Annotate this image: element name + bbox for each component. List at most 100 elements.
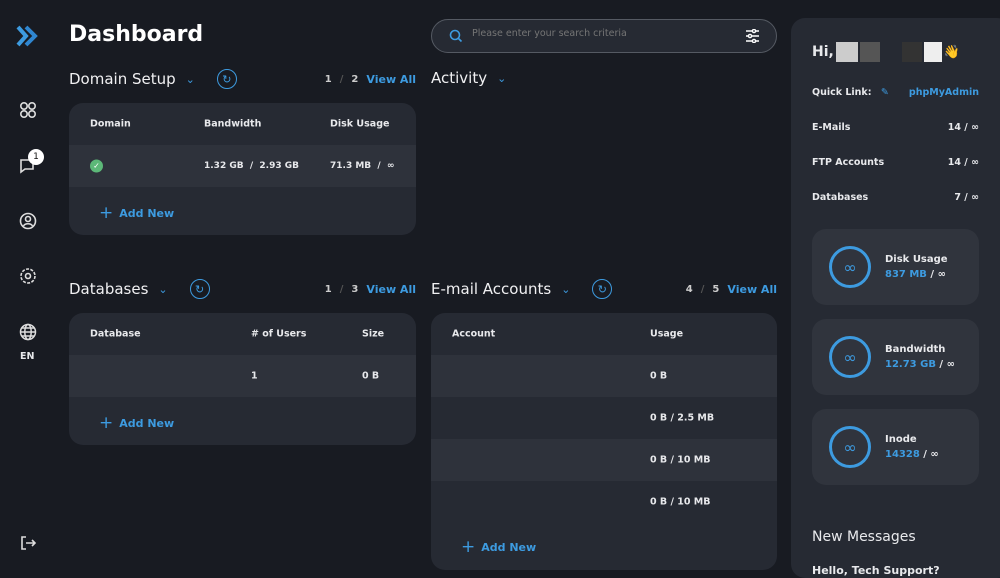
search-input[interactable] [472, 28, 722, 39]
language-label[interactable]: EN [20, 351, 34, 362]
page-current: 1 [324, 284, 332, 295]
language-icon[interactable] [14, 318, 42, 346]
usage-limit: ∞ [937, 269, 946, 280]
view-all-link[interactable]: View All [366, 73, 416, 86]
table-row[interactable]: ✓ 1.32 GB / 2.93 GB 71.3 MB / ∞ [69, 145, 416, 187]
user-icon[interactable] [14, 207, 42, 235]
column-header: Size [362, 328, 385, 340]
messages-icon[interactable]: 1 [14, 149, 44, 179]
usage-value: 0 B [650, 370, 668, 382]
table-row[interactable]: 1 0 B [69, 355, 416, 397]
add-new-label: Add New [119, 416, 175, 430]
section-title: E-mail Accounts [431, 280, 552, 298]
greeting: Hi, 👋 [812, 42, 960, 62]
column-header: Domain [90, 118, 131, 130]
quick-link[interactable]: phpMyAdmin [909, 87, 979, 98]
databases-table: Database # of Users Size 1 0 B + Add New [69, 313, 416, 445]
column-header: Account [452, 328, 496, 340]
edit-icon[interactable]: ✎ [881, 87, 889, 98]
stat-label: E-Mails [812, 122, 851, 133]
pager: 1/3 View All [324, 283, 416, 296]
redacted-username [859, 42, 880, 62]
refresh-icon[interactable]: ↻ [189, 279, 210, 299]
account-panel: Hi, 👋 Quick Link: ✎ phpMyAdmin E-Mails 14… [791, 18, 1000, 578]
email-header: E-mail Accounts ⌄ ↻ [431, 279, 613, 299]
chevron-down-icon[interactable]: ⌄ [497, 72, 506, 85]
logout-icon[interactable] [14, 529, 42, 557]
section-title: Activity [431, 69, 488, 87]
table-header: Database # of Users Size [69, 313, 416, 355]
quick-link-label: Quick Link: [812, 87, 872, 98]
table-row[interactable]: 0 B / 10 MB [431, 439, 777, 481]
pager: 4/5 View All [685, 283, 777, 296]
infinity-ring-icon: ∞ [829, 426, 871, 468]
table-row[interactable]: 0 B / 10 MB [431, 481, 777, 523]
column-header: Disk Usage [330, 118, 390, 130]
message-preview[interactable]: Hello, Tech Support? [812, 564, 940, 577]
apps-icon[interactable] [14, 96, 42, 124]
search-bar[interactable] [431, 19, 777, 53]
quick-link-row: Quick Link: ✎ phpMyAdmin [812, 87, 979, 98]
column-header: # of Users [251, 328, 307, 340]
usage-value: 0 B / 10 MB [650, 454, 711, 466]
usage-label: Bandwidth [885, 344, 946, 355]
add-new-button[interactable]: + Add New [461, 537, 536, 557]
stat-row: E-Mails 14 / ∞ [812, 122, 979, 133]
column-header: Bandwidth [204, 118, 262, 130]
table-row[interactable]: 0 B / 2.5 MB [431, 397, 777, 439]
usage-value: 12.73 GB / ∞ [885, 359, 955, 370]
settings-icon[interactable] [14, 262, 42, 290]
plus-icon: + [99, 203, 114, 223]
wave-emoji: 👋 [943, 44, 961, 60]
filter-icon[interactable] [745, 29, 760, 43]
logo-icon[interactable] [14, 22, 42, 50]
usage-used: 837 MB [885, 269, 927, 280]
usage-value: 0 B / 2.5 MB [650, 412, 715, 424]
greeting-text: Hi, [812, 44, 834, 60]
disk-value: 71.3 MB / ∞ [330, 161, 395, 171]
view-all-link[interactable]: View All [366, 283, 416, 296]
infinity-ring-icon: ∞ [829, 336, 871, 378]
add-new-label: Add New [119, 206, 175, 220]
bandwidth-value: 1.32 GB / 2.93 GB [204, 161, 299, 171]
stat-label: FTP Accounts [812, 157, 885, 168]
stat-value: 7 / ∞ [954, 192, 979, 203]
column-header: Database [90, 328, 141, 340]
domain-setup-header: Domain Setup ⌄ ↻ [69, 69, 237, 89]
size-value: 0 B [362, 370, 380, 382]
section-title: Databases [69, 280, 149, 298]
section-title: Domain Setup [69, 70, 176, 88]
add-new-label: Add New [481, 540, 537, 554]
add-new-button[interactable]: + Add New [99, 203, 174, 223]
view-all-link[interactable]: View All [727, 283, 777, 296]
table-header: Account Usage [431, 313, 777, 355]
usage-value: 837 MB / ∞ [885, 269, 946, 280]
databases-header: Databases ⌄ ↻ [69, 279, 210, 299]
redacted-username [901, 42, 922, 62]
redacted-username [923, 42, 942, 62]
chevron-down-icon[interactable]: ⌄ [186, 73, 195, 86]
stat-row: Databases 7 / ∞ [812, 192, 979, 203]
activity-header: Activity ⌄ [431, 69, 506, 87]
page-total: 3 [351, 284, 359, 295]
users-value: 1 [251, 370, 258, 382]
table-header: Domain Bandwidth Disk Usage [69, 103, 416, 145]
refresh-icon[interactable]: ↻ [592, 279, 613, 299]
usage-value: 0 B / 10 MB [650, 496, 711, 508]
page-total: 2 [351, 74, 359, 85]
plus-icon: + [461, 537, 476, 557]
usage-card: ∞ Disk Usage 837 MB / ∞ [812, 229, 979, 305]
check-icon: ✓ [90, 159, 103, 173]
stat-row: FTP Accounts 14 / ∞ [812, 157, 979, 168]
page-title: Dashboard [69, 22, 204, 47]
stat-label: Databases [812, 192, 869, 203]
usage-used: 12.73 GB [885, 359, 936, 370]
add-new-button[interactable]: + Add New [99, 413, 174, 433]
chevron-down-icon[interactable]: ⌄ [561, 283, 570, 296]
page-current: 1 [324, 74, 332, 85]
refresh-icon[interactable]: ↻ [216, 69, 237, 89]
table-row[interactable]: 0 B [431, 355, 777, 397]
chevron-down-icon[interactable]: ⌄ [158, 283, 167, 296]
usage-card: ∞ Bandwidth 12.73 GB / ∞ [812, 319, 979, 395]
page-total: 5 [712, 284, 720, 295]
